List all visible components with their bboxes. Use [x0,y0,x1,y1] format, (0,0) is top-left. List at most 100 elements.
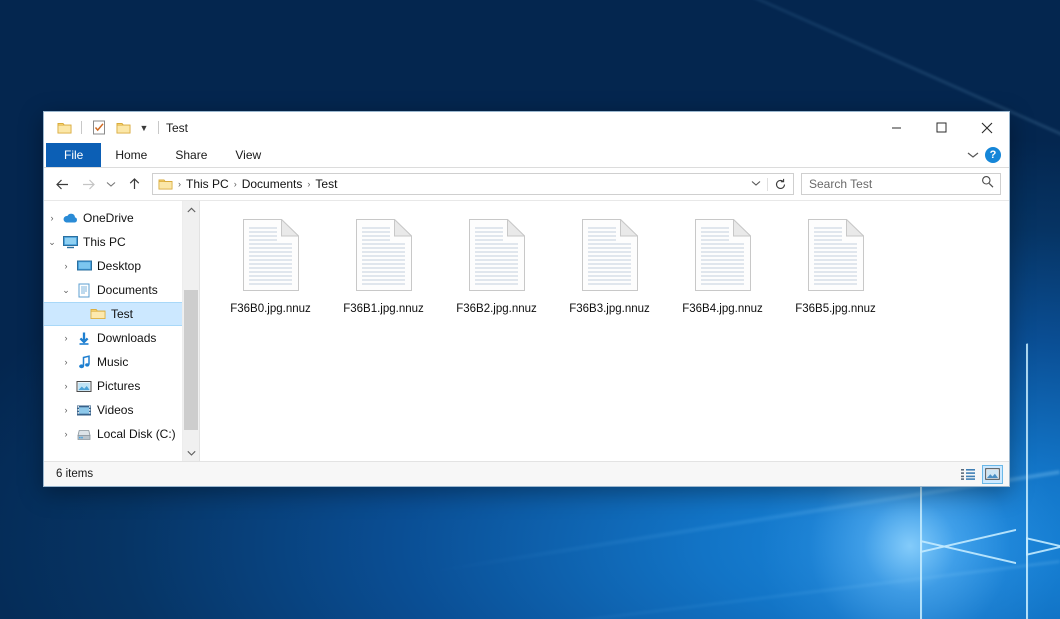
chevron-right-icon[interactable]: › [58,381,74,391]
chevron-right-icon[interactable]: › [58,261,74,271]
sidebar-item-label: Videos [94,403,133,417]
sidebar-item-label: Documents [94,283,158,297]
breadcrumb-item-documents[interactable]: Documents [239,177,306,191]
close-button[interactable] [964,112,1009,143]
sidebar-item-label: Local Disk (C:) [94,427,176,441]
list-item[interactable]: F36B1.jpg.nnuz [327,215,440,327]
status-bar: 6 items [44,461,1009,486]
generic-document-icon [695,219,751,296]
details-view-button[interactable] [958,465,979,484]
breadcrumb-item-test[interactable]: Test [312,177,340,191]
sidebar-item-label: Pictures [94,379,140,393]
scrollbar-track[interactable] [183,218,199,444]
sidebar-item-desktop[interactable]: › Desktop [44,254,199,278]
chevron-right-icon[interactable]: › [58,405,74,415]
windows-logo-pane [1026,316,1060,556]
folder-icon [88,307,108,321]
chevron-right-icon[interactable]: › [44,213,60,223]
window-title: Test [166,121,188,135]
sidebar-item-music[interactable]: › Music [44,350,199,374]
chevron-down-icon[interactable]: ⌄ [58,285,74,296]
sidebar-item-onedrive[interactable]: › OneDrive [44,206,199,230]
back-button[interactable] [50,172,74,196]
sidebar-item-this-pc[interactable]: ⌄ This PC [44,230,199,254]
music-icon [74,355,94,370]
tab-home[interactable]: Home [101,143,161,167]
breadcrumb-separator: › [232,179,239,189]
maximize-button[interactable] [919,112,964,143]
qat-separator [158,121,159,134]
search-icon[interactable] [981,175,994,193]
qat-folder-button[interactable] [54,118,74,138]
large-icons-view-button[interactable] [982,465,1003,484]
chevron-down-icon[interactable] [967,146,979,164]
cloud-icon [60,212,80,225]
qat-new-folder-button[interactable] [113,118,133,138]
address-bar: › This PC › Documents › Test Sear [44,168,1009,200]
sidebar-item-label: Desktop [94,259,141,273]
view-mode-buttons [958,465,1003,484]
chevron-down-icon[interactable] [745,179,767,189]
list-item[interactable]: F36B5.jpg.nnuz [779,215,892,327]
pictures-icon [74,380,94,393]
breadcrumb[interactable]: › This PC › Documents › Test [152,173,794,195]
ribbon-right-controls: ? [967,143,1009,167]
item-count-label: 6 items [56,468,93,480]
breadcrumb-separator: › [305,179,312,189]
file-name-label: F36B4.jpg.nnuz [682,303,763,315]
folder-tree: › OneDrive ⌄ [44,201,199,446]
file-list-view[interactable]: F36B0.jpg.nnuz F36B1.jpg.nnuz [200,201,1009,461]
chevron-down-icon[interactable]: ⌄ [44,237,60,248]
chevron-right-icon[interactable]: › [58,429,74,439]
chevron-right-icon[interactable]: › [58,333,74,343]
file-name-label: F36B1.jpg.nnuz [343,303,424,315]
chevron-right-icon[interactable]: › [58,357,74,367]
sidebar-item-documents[interactable]: ⌄ Documents [44,278,199,302]
generic-document-icon [243,219,299,296]
title-bar: ▼ Test [44,112,1009,143]
scroll-down-button[interactable] [183,444,199,461]
sidebar-item-pictures[interactable]: › Pictures [44,374,199,398]
recent-locations-button[interactable] [102,172,120,196]
breadcrumb-item-this-pc[interactable]: This PC [183,177,232,191]
sidebar-item-label: Test [108,307,133,321]
tab-view[interactable]: View [221,143,275,167]
help-button[interactable]: ? [985,147,1001,163]
search-input[interactable]: Search Test [801,173,1001,195]
navigation-pane: › OneDrive ⌄ [44,201,199,461]
documents-icon [74,283,94,298]
sidebar-item-local-disk-c[interactable]: › Local Disk (C:) [44,422,199,446]
tab-share[interactable]: Share [161,143,221,167]
sidebar-item-label: This PC [80,235,126,249]
up-button[interactable] [122,172,146,196]
forward-button[interactable] [76,172,100,196]
file-explorer-window: ▼ Test File Home Share View [43,111,1010,487]
scroll-up-button[interactable] [183,201,199,218]
minimize-button[interactable] [874,112,919,143]
sidebar-item-label: OneDrive [80,211,134,225]
scrollbar-thumb[interactable] [184,290,198,430]
refresh-icon[interactable] [767,178,789,191]
navigation-scrollbar[interactable] [182,201,199,461]
file-name-label: F36B2.jpg.nnuz [456,303,537,315]
chevron-down-icon[interactable]: ▼ [137,123,151,133]
list-item[interactable]: F36B0.jpg.nnuz [214,215,327,327]
sidebar-item-downloads[interactable]: › Downloads [44,326,199,350]
qat-properties-button[interactable] [89,118,109,138]
sidebar-item-videos[interactable]: › Videos [44,398,199,422]
breadcrumb-separator: › [176,179,183,189]
drive-icon [74,428,94,441]
list-item[interactable]: F36B4.jpg.nnuz [666,215,779,327]
sidebar-item-label: Downloads [94,331,156,345]
list-item[interactable]: F36B2.jpg.nnuz [440,215,553,327]
file-name-label: F36B5.jpg.nnuz [795,303,876,315]
sidebar-item-label: Music [94,355,128,369]
generic-document-icon [808,219,864,296]
videos-icon [74,404,94,417]
window-controls [874,112,1009,143]
qat-separator [81,121,82,134]
sidebar-item-test[interactable]: Test [44,302,199,326]
generic-document-icon [356,219,412,296]
list-item[interactable]: F36B3.jpg.nnuz [553,215,666,327]
tab-file[interactable]: File [46,143,101,167]
